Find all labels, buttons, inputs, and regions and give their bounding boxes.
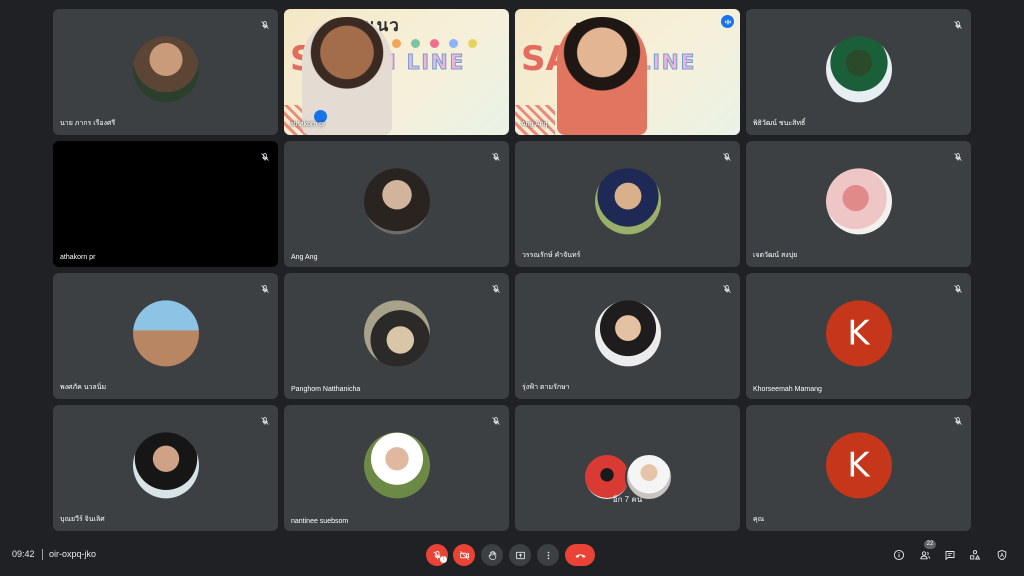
mic-off-icon	[260, 281, 270, 293]
mic-off-icon	[953, 281, 963, 293]
participant-name: athakorn pr	[60, 254, 96, 261]
avatar	[363, 168, 430, 235]
participant-name: Panghom Natthanicha	[291, 386, 361, 393]
present-screen-button[interactable]	[509, 544, 531, 566]
meeting-details-button[interactable]	[890, 546, 908, 564]
participant-name: รุ่งฟ้า ตามรักษา	[522, 384, 570, 391]
participant-tile[interactable]: เจตวัฒน์ สงบุ่ย	[746, 141, 971, 267]
participant-video	[557, 17, 647, 135]
avatar	[132, 36, 199, 103]
hang-up-icon	[574, 553, 586, 558]
activities-icon	[970, 550, 981, 560]
info-icon	[893, 549, 905, 561]
participant-tile[interactable]: วรรณรักษ์ คำจันทร์	[515, 141, 740, 267]
hand-icon	[488, 550, 496, 560]
mic-off-icon	[722, 149, 732, 161]
meeting-code: oir-oxpq-jko	[49, 549, 97, 559]
chat-button[interactable]	[941, 546, 959, 564]
participant-tile[interactable]: nantinee suebsom	[284, 405, 509, 531]
participant-name: athakorn pr	[290, 121, 326, 128]
participant-video-tile[interactable]: ะแนว SA N LINE Ang Ang	[515, 9, 740, 135]
avatar	[594, 300, 661, 367]
mic-off-icon	[491, 281, 501, 293]
control-bar: 09:42 oir-oxpq-jko ! 22	[0, 540, 1024, 570]
host-controls-button[interactable]	[993, 546, 1011, 564]
participant-name: เจตวัฒน์ สงบุ่ย	[753, 252, 798, 259]
mic-warning-badge: !	[440, 556, 447, 563]
participant-tile[interactable]: นาย ภากร เรืองศรี	[53, 9, 278, 135]
participant-tile[interactable]: พิธิวัฒน์ ชนะสิทธิ์	[746, 9, 971, 135]
mic-off-icon	[953, 413, 963, 425]
mic-off-icon	[953, 17, 963, 29]
mic-off-icon	[260, 413, 270, 425]
participant-name: Khorseemah Mamang	[753, 386, 822, 393]
participant-name: Ang Ang	[291, 254, 318, 261]
background-decoration	[392, 39, 477, 48]
participant-tile[interactable]: บุณยวีร์ จินเลิศ	[53, 405, 278, 531]
participant-name: คุณ	[753, 516, 765, 523]
avatar	[825, 168, 892, 235]
audio-level-icon	[721, 15, 734, 28]
camera-toggle-button[interactable]	[453, 544, 475, 566]
mic-off-icon	[260, 149, 270, 161]
avatar	[132, 432, 199, 499]
avatar	[363, 432, 430, 499]
mic-off-icon	[722, 281, 732, 293]
mic-off-icon	[953, 149, 963, 161]
participant-tile[interactable]: รุ่งฟ้า ตามรักษา	[515, 273, 740, 399]
present-icon	[515, 551, 525, 559]
avatar-initial: K	[825, 300, 892, 367]
participant-video-tile[interactable]: ชะแนว S N LINE athakorn pr	[284, 9, 509, 135]
chat-icon	[945, 551, 955, 561]
participant-name: พิธิวัฒน์ ชนะสิทธิ์	[753, 120, 806, 127]
participant-grid: นาย ภากร เรืองศรี ชะแนว S N LINE athakor…	[53, 9, 971, 531]
more-options-button[interactable]	[537, 544, 559, 566]
participant-tile[interactable]: พงศภัค นวลนิ่ม	[53, 273, 278, 399]
people-icon	[920, 551, 931, 560]
more-vert-icon	[547, 551, 549, 559]
more-participants-tile[interactable]: อีก 7 คน	[515, 405, 740, 531]
shield-icon	[997, 549, 1007, 561]
participant-count-badge: 22	[924, 540, 936, 549]
participant-name: nantinee suebsom	[291, 518, 349, 525]
mic-off-icon	[491, 413, 501, 425]
raise-hand-button[interactable]	[481, 544, 503, 566]
activities-button[interactable]	[966, 546, 984, 564]
mic-off-icon	[260, 17, 270, 29]
background-stripes	[515, 105, 555, 135]
participant-name: บุณยวีร์ จินเลิศ	[60, 516, 105, 523]
avatar	[594, 168, 661, 235]
camera-off-icon	[459, 550, 469, 560]
leave-call-button[interactable]	[565, 544, 595, 566]
self-tile[interactable]: K คุณ	[746, 405, 971, 531]
avatar	[825, 36, 892, 103]
participant-name: วรรณรักษ์ คำจันทร์	[522, 252, 581, 259]
divider	[42, 549, 43, 560]
participant-tile[interactable]: Ang Ang	[284, 141, 509, 267]
participant-tile[interactable]: K Khorseemah Mamang	[746, 273, 971, 399]
meeting-time: 09:42	[12, 549, 35, 559]
avatar	[363, 300, 430, 367]
avatar-initial: K	[825, 432, 892, 499]
participant-tile[interactable]: Panghom Natthanicha	[284, 273, 509, 399]
participant-name: นาย ภากร เรืองศรี	[60, 120, 116, 127]
participant-name: Ang Ang	[521, 121, 548, 128]
mic-off-icon	[491, 149, 501, 161]
participant-tile[interactable]: athakorn pr	[53, 141, 278, 267]
avatar	[132, 300, 199, 367]
more-participants-label: อีก 7 คน	[612, 495, 643, 504]
participant-name: พงศภัค นวลนิ่ม	[60, 384, 107, 391]
